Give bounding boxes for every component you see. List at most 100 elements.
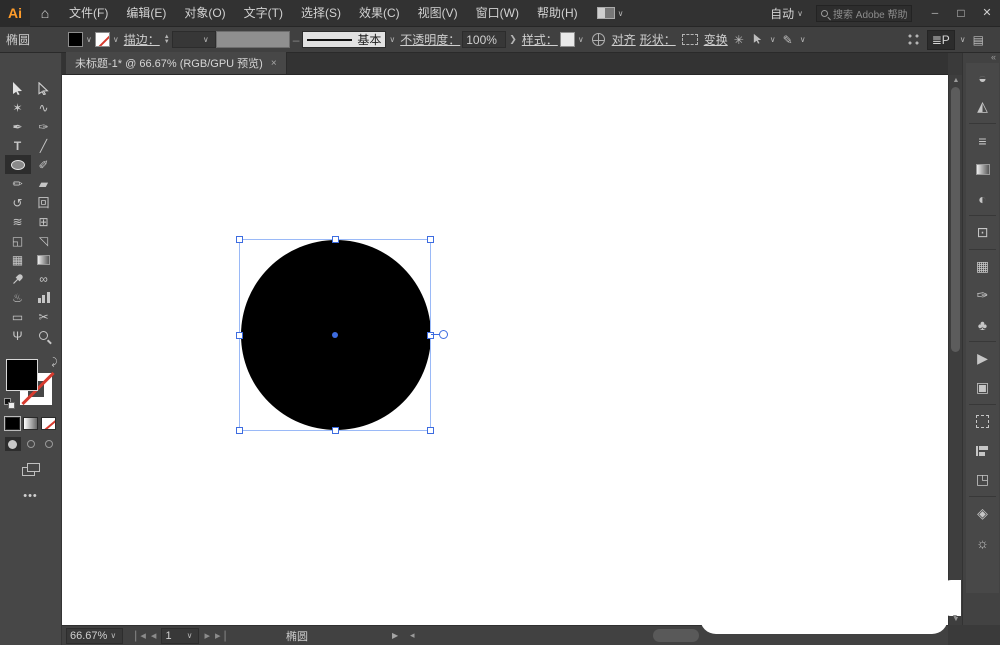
stroke-panel-icon[interactable]: ≡: [966, 126, 999, 155]
chevron-down-icon[interactable]: [800, 35, 806, 44]
chevron-down-icon[interactable]: [578, 35, 584, 44]
scroll-up-icon[interactable]: ▲: [949, 77, 963, 84]
chevron-down-icon[interactable]: [86, 35, 92, 44]
color-button[interactable]: [4, 416, 21, 431]
swap-fill-stroke-icon[interactable]: ⤸: [52, 357, 58, 368]
artboard-canvas[interactable]: [62, 75, 948, 625]
scroll-left-icon[interactable]: ◂: [410, 630, 415, 641]
handle-bottom-right[interactable]: [427, 427, 434, 434]
brush-definition-select[interactable]: 基本: [302, 31, 387, 48]
opacity-next-icon[interactable]: ❯: [509, 34, 517, 45]
align-panel-icon[interactable]: [966, 436, 999, 465]
chevron-down-icon[interactable]: [618, 9, 624, 18]
hand-tool[interactable]: Ψ: [5, 326, 31, 345]
draw-inside-button[interactable]: [41, 437, 57, 451]
vertical-scroll-thumb[interactable]: [951, 87, 960, 352]
expand-dock-icon[interactable]: «: [991, 52, 996, 62]
color-guide-panel-icon[interactable]: ◭: [966, 92, 999, 121]
artboard-tool[interactable]: ▭: [5, 307, 31, 326]
pie-widget-handle[interactable]: [439, 330, 448, 339]
free-transform-tool[interactable]: ⊞: [31, 212, 57, 231]
select-similar-icon[interactable]: ✳: [734, 33, 744, 47]
previous-artboard-icon[interactable]: ◂: [151, 629, 157, 642]
panel-menu-icon[interactable]: ▤: [973, 33, 984, 47]
chevron-down-icon[interactable]: [113, 35, 119, 44]
draw-normal-button[interactable]: [4, 437, 21, 451]
minimize-button[interactable]: [922, 0, 948, 27]
chevron-down-icon[interactable]: [770, 35, 776, 44]
shape-center-point[interactable]: [332, 332, 338, 338]
draw-behind-button[interactable]: [23, 437, 39, 451]
menu-effect[interactable]: 效果(C): [350, 0, 409, 27]
width-profile-select[interactable]: [215, 31, 290, 48]
edit-toolbar-button[interactable]: •••: [0, 490, 61, 502]
maximize-button[interactable]: [948, 0, 974, 27]
selection-tool[interactable]: [5, 79, 31, 98]
direct-selection-tool[interactable]: [31, 79, 57, 98]
vertical-scrollbar[interactable]: ▲ ▼: [948, 75, 962, 625]
align-link[interactable]: 对齐: [612, 31, 636, 48]
fill-swatch-black[interactable]: [5, 359, 38, 391]
app-logo[interactable]: Ai: [0, 0, 30, 27]
color-panel-icon[interactable]: ◒: [966, 63, 999, 92]
line-segment-tool[interactable]: ╱: [31, 136, 57, 155]
symbol-sprayer-tool[interactable]: ♨: [5, 288, 31, 307]
home-icon[interactable]: ⌂: [30, 5, 60, 21]
zoom-level-select[interactable]: 66.67%: [66, 627, 124, 644]
handle-middle-left[interactable]: [236, 332, 243, 339]
close-button[interactable]: [974, 0, 1000, 27]
shape-link[interactable]: 形状：: [640, 31, 676, 48]
menu-select[interactable]: 选择(S): [292, 0, 350, 27]
type-tool[interactable]: T: [5, 136, 31, 155]
artboard-number-select[interactable]: 1: [161, 627, 200, 644]
asset-export-panel-icon[interactable]: ▣: [966, 373, 999, 402]
menu-help[interactable]: 帮助(H): [528, 0, 587, 27]
first-artboard-icon[interactable]: ❘◂: [131, 629, 146, 642]
slice-tool[interactable]: ✂: [31, 307, 57, 326]
gradient-tool[interactable]: [31, 250, 57, 269]
opacity-value-field[interactable]: 100%: [462, 31, 507, 48]
last-artboard-icon[interactable]: ▸❘: [215, 629, 230, 642]
status-bar-menu-icon[interactable]: ▶: [392, 631, 398, 640]
menu-type[interactable]: 文字(T): [235, 0, 292, 27]
chevron-down-icon[interactable]: [960, 35, 966, 44]
none-button[interactable]: [41, 417, 56, 430]
menu-window[interactable]: 窗口(W): [467, 0, 528, 27]
ellipse-tool[interactable]: [4, 155, 31, 174]
isolate-selection-icon[interactable]: [752, 33, 763, 47]
gradient-button[interactable]: [23, 417, 38, 430]
stroke-weight-stepper[interactable]: ▲ ▼: [164, 34, 170, 45]
document-tab[interactable]: 未标题-1* @ 66.67% (RGB/GPU 预览) ×: [66, 52, 287, 74]
mesh-tool[interactable]: ▦: [5, 250, 31, 269]
menu-edit[interactable]: 编辑(E): [117, 0, 175, 27]
menu-object[interactable]: 对象(O): [175, 0, 234, 27]
style-link[interactable]: 样式：: [522, 31, 558, 48]
handle-bottom-left[interactable]: [236, 427, 243, 434]
pathfinder-panel-icon[interactable]: ◳: [966, 465, 999, 494]
pen-tool[interactable]: ✒: [5, 117, 31, 136]
width-tool[interactable]: ≋: [5, 212, 31, 231]
menu-view[interactable]: 视图(V): [409, 0, 467, 27]
chevron-down-icon[interactable]: [389, 35, 395, 44]
horizontal-scroll-thumb[interactable]: [653, 629, 699, 642]
shape-builder-tool[interactable]: ◱: [5, 231, 31, 250]
perspective-grid-tool[interactable]: ◹: [31, 231, 57, 250]
chevron-down-icon[interactable]: [797, 9, 803, 18]
brushes-panel-icon[interactable]: ✑: [966, 281, 999, 310]
handle-top-left[interactable]: [236, 236, 243, 243]
transform-panel-icon[interactable]: [966, 407, 999, 436]
opacity-link[interactable]: 不透明度：: [400, 31, 460, 48]
appearance-panel-icon[interactable]: ⊡: [966, 218, 999, 247]
handle-bottom-center[interactable]: [332, 427, 339, 434]
eraser-tool[interactable]: ▰: [31, 174, 57, 193]
curvature-tool[interactable]: ✑: [31, 117, 57, 136]
magic-wand-tool[interactable]: ✶: [5, 98, 31, 117]
handle-top-right[interactable]: [427, 236, 434, 243]
actions-panel-icon[interactable]: ▶: [966, 344, 999, 373]
default-fill-stroke-icon[interactable]: [3, 398, 15, 409]
gradient-panel-icon[interactable]: [966, 155, 999, 184]
workspace-switcher[interactable]: 自动: [770, 5, 794, 22]
arrange-documents-icon[interactable]: [596, 7, 615, 19]
stroke-link[interactable]: 描边：: [124, 31, 160, 48]
properties-panel-button[interactable]: ≣P: [926, 29, 955, 50]
